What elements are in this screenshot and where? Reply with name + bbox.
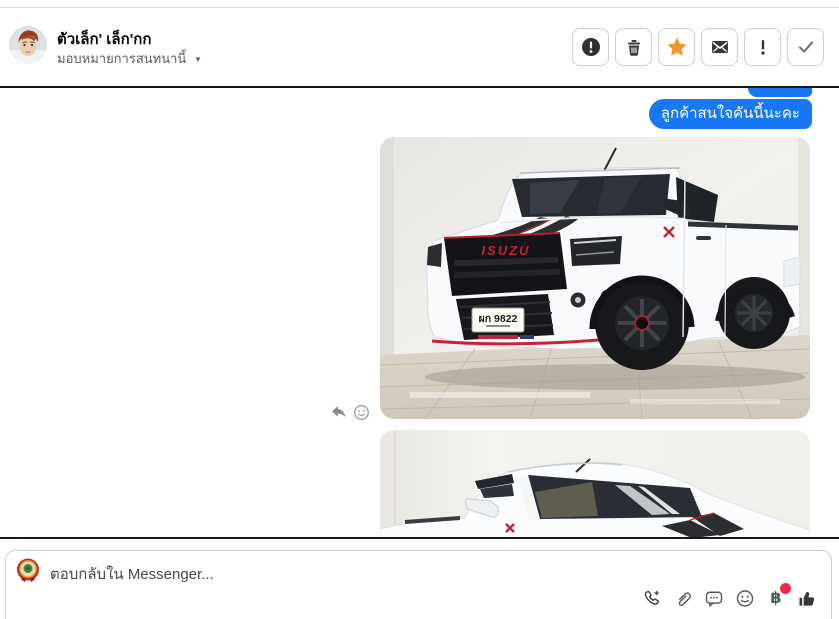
mark-done-button[interactable] xyxy=(787,28,824,66)
mark-unread-button[interactable] xyxy=(701,28,738,66)
saved-replies-icon[interactable] xyxy=(704,588,724,609)
isuzu-brand-text: ISUZU xyxy=(482,243,531,258)
like-icon[interactable] xyxy=(797,588,817,609)
report-button[interactable] xyxy=(572,28,609,66)
chevron-down-icon: ▼ xyxy=(193,55,202,64)
reply-composer: ตอบกลับใน Messenger... ฿ xyxy=(5,550,832,619)
trash-icon xyxy=(627,40,640,56)
mark-important-button[interactable] xyxy=(744,28,781,66)
truck-photo2-illustration xyxy=(380,430,810,538)
exclamation-circle-icon xyxy=(581,38,600,56)
assign-conversation-label: มอบหมายการสนทนานี้ xyxy=(57,51,187,66)
outgoing-message-bubble-clipped xyxy=(748,88,812,97)
assign-conversation-dropdown[interactable]: มอบหมายการสนทนานี้ ▼ xyxy=(57,48,202,69)
reply-input[interactable]: ตอบกลับใน Messenger... xyxy=(50,562,811,586)
emoji-icon[interactable] xyxy=(735,588,755,609)
messenger-inbox-window: ตัวเล็ก' เล็ก'กก มอบหมายการสนทนานี้ ▼ ลู… xyxy=(0,0,839,619)
outgoing-message-bubble: ลูกค้าสนใจคันนี้นะคะ xyxy=(648,99,812,129)
license-plate-text: ผก 9822 xyxy=(479,313,518,325)
contact-avatar[interactable] xyxy=(9,26,47,64)
baht-symbol: ฿ xyxy=(770,589,782,607)
message-hover-actions xyxy=(329,403,370,421)
call-icon[interactable] xyxy=(642,588,662,609)
check-icon xyxy=(798,41,813,53)
emoji-react-icon[interactable] xyxy=(352,403,370,421)
header-action-buttons xyxy=(572,28,824,66)
delete-button[interactable] xyxy=(615,28,652,66)
composer-toolbar: ฿ xyxy=(642,583,817,609)
reply-icon[interactable] xyxy=(329,403,347,421)
message-photo-truck-closeup[interactable] xyxy=(380,430,810,538)
truck-photo-illustration: ISUZU ผก 9822 xyxy=(380,137,810,419)
envelope-icon xyxy=(711,41,728,53)
chat-top-divider xyxy=(0,86,839,88)
exclamation-icon xyxy=(760,40,765,55)
star-icon xyxy=(667,37,686,56)
attachment-icon[interactable] xyxy=(673,588,693,609)
follow-up-star-button[interactable] xyxy=(658,28,695,66)
notification-dot xyxy=(780,583,791,594)
contact-avatar-image xyxy=(9,26,47,64)
payment-icon[interactable]: ฿ xyxy=(766,583,791,609)
conversation-header: ตัวเล็ก' เล็ก'กก มอบหมายการสนทนานี้ ▼ xyxy=(0,8,839,86)
page-logo xyxy=(15,557,41,583)
message-photo-truck-front[interactable]: ISUZU ผก 9822 xyxy=(380,137,810,419)
composer-top-divider xyxy=(0,537,839,539)
page-avatar xyxy=(15,557,41,583)
